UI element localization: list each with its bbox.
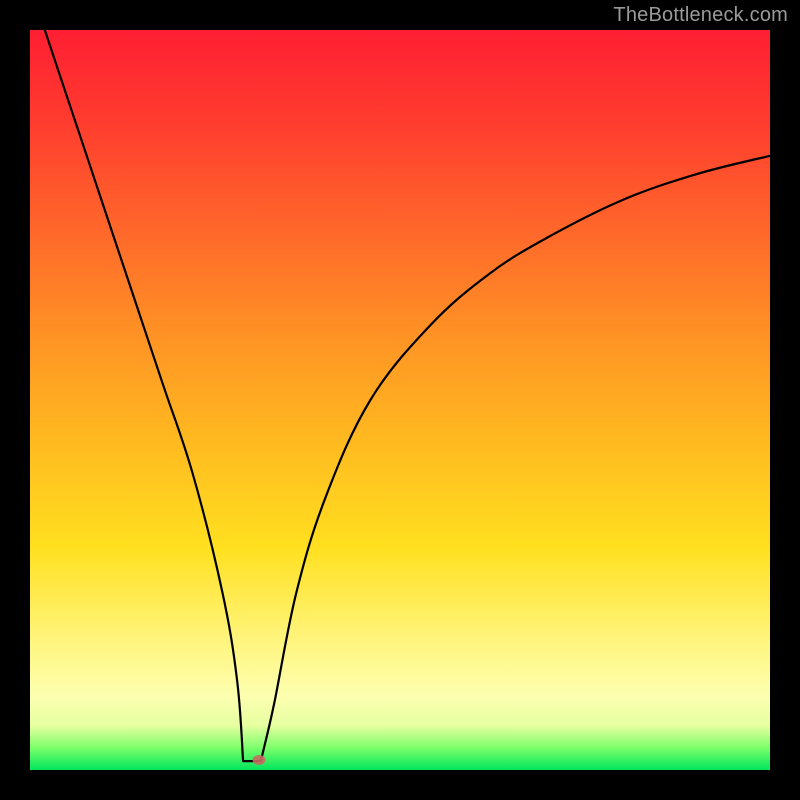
- plot-area: [30, 30, 770, 770]
- bottleneck-curve: [30, 30, 770, 770]
- attribution-label: TheBottleneck.com: [613, 4, 788, 27]
- optimal-point-marker: [253, 755, 266, 765]
- chart-frame: TheBottleneck.com: [0, 0, 800, 800]
